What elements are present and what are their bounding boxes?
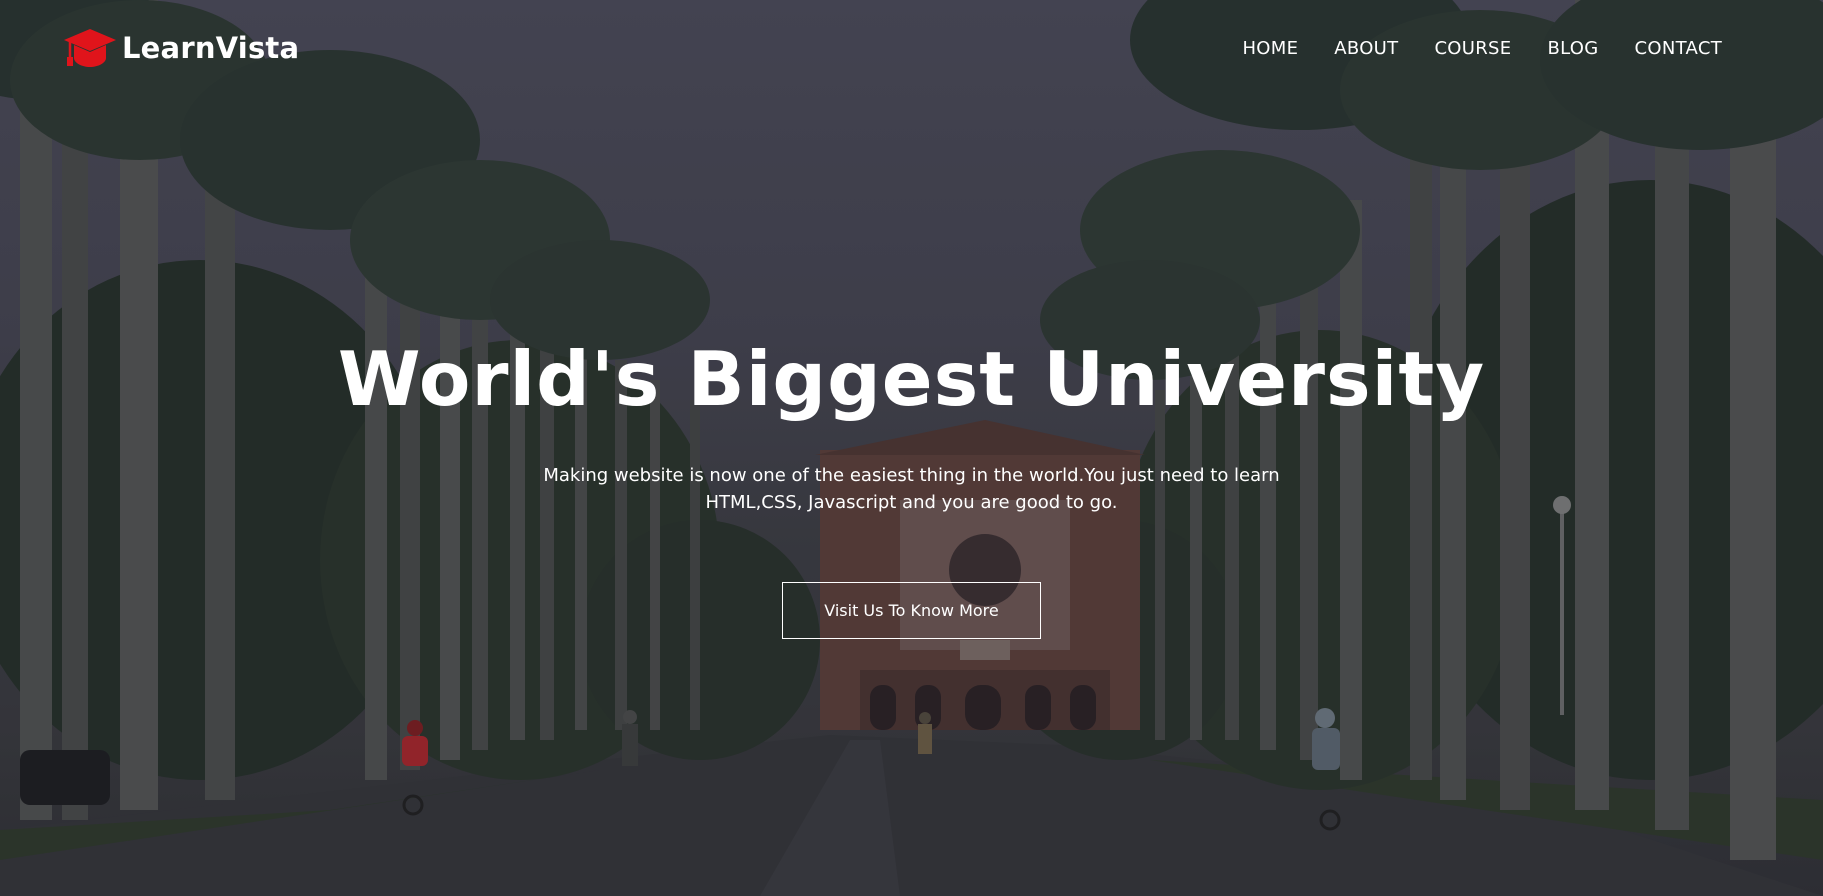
nav-item-blog: BLOG <box>1547 38 1598 59</box>
nav-link-contact[interactable]: CONTACT <box>1635 38 1722 59</box>
graduation-cap-icon <box>64 29 116 67</box>
visit-us-button[interactable]: Visit Us To Know More <box>782 582 1041 639</box>
nav-link-home[interactable]: HOME <box>1242 38 1298 59</box>
top-navbar: LearnVista HOME ABOUT COURSE BLOG CONTAC… <box>0 0 1823 96</box>
brand-logo[interactable]: LearnVista <box>62 25 299 71</box>
hero-content: World's Biggest University Making websit… <box>0 336 1823 639</box>
nav-item-contact: CONTACT <box>1635 38 1722 59</box>
hero-title: World's Biggest University <box>337 335 1486 423</box>
hero-section: LearnVista HOME ABOUT COURSE BLOG CONTAC… <box>0 0 1823 896</box>
nav-menu: HOME ABOUT COURSE BLOG CONTACT <box>1206 38 1722 59</box>
brand-name: LearnVista <box>122 31 300 65</box>
nav-link-course[interactable]: COURSE <box>1434 38 1511 59</box>
nav-link-blog[interactable]: BLOG <box>1547 38 1598 59</box>
nav-item-about: ABOUT <box>1334 38 1398 59</box>
nav-item-home: HOME <box>1242 38 1298 59</box>
nav-link-about[interactable]: ABOUT <box>1334 38 1398 59</box>
nav-item-course: COURSE <box>1434 38 1511 59</box>
hero-subtitle: Making website is now one of the easiest… <box>543 465 1280 513</box>
